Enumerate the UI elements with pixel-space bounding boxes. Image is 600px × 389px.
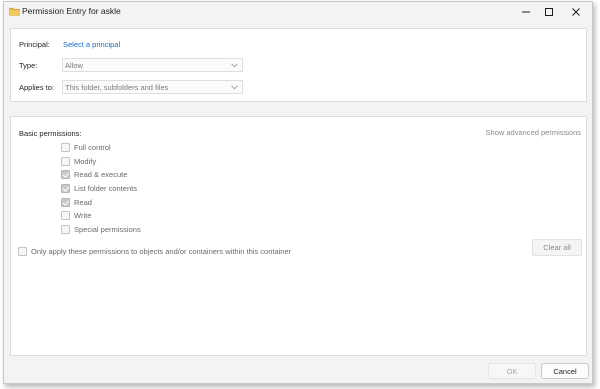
permission-label: List folder contents xyxy=(74,183,137,193)
checkbox[interactable] xyxy=(61,142,70,152)
type-dropdown[interactable]: Allow xyxy=(62,58,243,72)
folder-icon xyxy=(9,7,20,16)
principal-label: Principal: xyxy=(19,40,50,49)
show-advanced-permissions-link[interactable]: Show advanced permissions xyxy=(486,128,581,137)
minimize-button[interactable] xyxy=(514,2,538,21)
applies-to-label: Applies to: xyxy=(19,83,55,92)
checkbox[interactable] xyxy=(61,156,70,166)
permission-full-control[interactable]: Full control xyxy=(61,141,111,153)
checkbox[interactable] xyxy=(18,246,27,256)
permission-label: Read xyxy=(74,197,92,207)
only-apply-option[interactable]: Only apply these permissions to objects … xyxy=(18,245,291,257)
permission-label: Modify xyxy=(74,156,97,166)
maximize-button[interactable] xyxy=(537,2,561,21)
applies-to-dropdown[interactable]: This folder, subfolders and files xyxy=(62,80,243,94)
basic-permissions-title: Basic permissions: xyxy=(19,129,82,138)
permission-read-execute[interactable]: Read & execute xyxy=(61,168,127,180)
checkbox-checked[interactable] xyxy=(61,197,70,207)
chevron-down-icon xyxy=(231,63,238,68)
close-icon xyxy=(572,7,580,16)
type-dropdown-value: Allow xyxy=(65,61,83,70)
checkbox-checked[interactable] xyxy=(61,169,70,179)
checkbox-checked[interactable] xyxy=(61,183,70,193)
permission-label: Special permissions xyxy=(74,224,141,234)
only-apply-label: Only apply these permissions to objects … xyxy=(31,246,292,256)
maximize-icon xyxy=(545,7,553,16)
applies-to-dropdown-value: This folder, subfolders and files xyxy=(65,83,169,92)
close-button[interactable] xyxy=(564,2,588,21)
permission-entry-dialog: Permission Entry for askle Principal: Se… xyxy=(3,1,593,384)
window-title: Permission Entry for askle xyxy=(22,6,121,16)
type-label: Type: xyxy=(19,61,38,70)
permission-label: Full control xyxy=(74,142,111,152)
select-principal-link[interactable]: Select a principal xyxy=(63,40,120,49)
cancel-button[interactable]: Cancel xyxy=(541,363,589,379)
checkbox[interactable] xyxy=(61,210,70,220)
permission-label: Write xyxy=(74,210,92,220)
minimize-icon xyxy=(522,11,530,12)
principal-panel: Principal: Select a principal Type: Allo… xyxy=(10,28,587,102)
permission-write[interactable]: Write xyxy=(61,209,91,221)
permission-read[interactable]: Read xyxy=(61,196,92,208)
permission-list-folder-contents[interactable]: List folder contents xyxy=(61,182,137,194)
checkbox[interactable] xyxy=(61,224,70,234)
clear-all-button[interactable]: Clear all xyxy=(532,239,582,256)
basic-permissions-panel: Basic permissions: Show advanced permiss… xyxy=(10,116,587,356)
permission-special[interactable]: Special permissions xyxy=(61,223,141,235)
permission-modify[interactable]: Modify xyxy=(61,155,96,167)
title-bar: Permission Entry for askle xyxy=(4,2,592,21)
chevron-down-icon xyxy=(231,85,238,90)
permission-label: Read & execute xyxy=(74,169,128,179)
ok-button[interactable]: OK xyxy=(488,363,536,379)
